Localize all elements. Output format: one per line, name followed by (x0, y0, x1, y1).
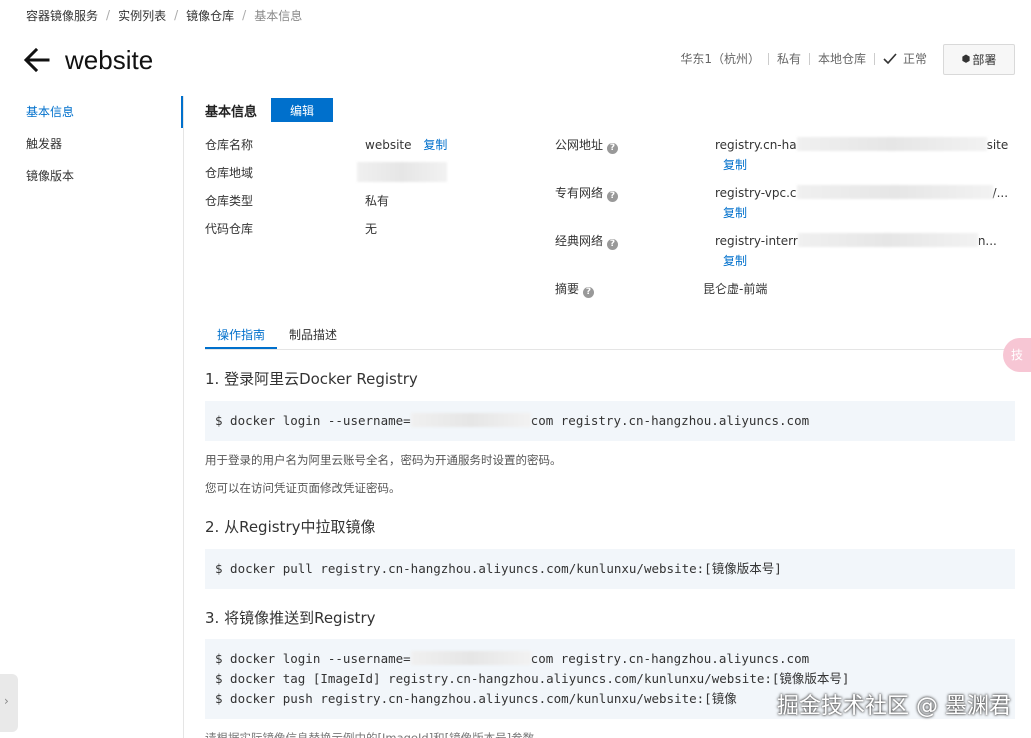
step1-note-2: 您可以在访问凭证页面修改凭证密码。 (205, 481, 401, 495)
step2-code-block[interactable]: $ docker pull registry.cn-hangzhou.aliyu… (205, 549, 1015, 589)
repo-name-value: website (365, 138, 412, 152)
code-repo-label: 代码仓库 (205, 222, 254, 236)
page-header: website 华东1（杭州） 私有 本地仓库 正常 ⬢ 部署 (22, 42, 1015, 78)
redacted-classic-address (797, 233, 978, 247)
redacted-vpc-address (796, 185, 993, 199)
edit-button[interactable]: 编辑 (271, 98, 334, 122)
code-repo-value: 无 (365, 222, 378, 236)
page-title: website (65, 45, 154, 75)
summary-value: 昆仑虚-前端 (703, 282, 768, 296)
watermark-text: 掘金技术社区 @ 墨渊君 (777, 694, 1011, 719)
breadcrumb: 容器镜像服务 / 实例列表 / 镜像仓库 / 基本信息 (26, 6, 302, 24)
chevron-right-icon: › (4, 694, 9, 708)
tab-bar: 操作指南 制品描述 (205, 324, 1015, 350)
region-text: 华东1（杭州） (680, 52, 760, 66)
breadcrumb-separator: / (174, 8, 179, 22)
visibility-text: 私有 (776, 52, 801, 66)
tab-guide[interactable]: 操作指南 (205, 324, 278, 349)
basic-info-panel: 仓库名称 website 复制 仓库地域 仓库类型 私有 代码仓库 无 公网地址… (205, 136, 1025, 298)
breadcrumb-item-service[interactable]: 容器镜像服务 (26, 7, 98, 24)
copy-public-address-link[interactable]: 复制 (723, 158, 747, 172)
vpc-address-prefix: registry-vpc.c (715, 186, 797, 200)
code-line: $ docker tag [ImageId] registry.cn-hangz… (215, 671, 850, 686)
help-icon[interactable]: ? (607, 143, 619, 154)
step1-code-block[interactable]: $ docker login --username= com registry.c… (205, 401, 1015, 441)
step1-title: 1. 登录阿里云Docker Registry (205, 370, 418, 388)
step3-note: 请根据实际镜像信息替换示例中的[ImageId]和[镜像版本号]参数。 (205, 731, 546, 738)
repo-name-label: 仓库名称 (205, 138, 254, 152)
copy-classic-address-link[interactable]: 复制 (723, 254, 747, 268)
code-line: $ docker pull registry.cn-hangzhou.aliyu… (215, 561, 782, 576)
floating-helper-badge[interactable]: 技 (1003, 338, 1031, 372)
breadcrumb-item-current: 基本信息 (254, 8, 303, 23)
classic-address-prefix: registry-interr (715, 234, 798, 248)
copy-vpc-address-link[interactable]: 复制 (723, 206, 747, 220)
step2-title: 2. 从Registry中拉取镜像 (205, 518, 376, 536)
breadcrumb-item-instances[interactable]: 实例列表 (118, 7, 166, 24)
code-line: $ docker login --username= com registry.c… (215, 651, 810, 666)
redacted-region-value (357, 162, 447, 182)
vpc-address-suffix: /... (992, 186, 1009, 200)
sidebar-collapse-toggle[interactable]: › (0, 674, 18, 732)
public-address-prefix: registry.cn-ha (715, 138, 797, 152)
divider (767, 52, 769, 65)
check-icon (883, 52, 897, 64)
sidebar-item-triggers[interactable]: 触发器 (0, 128, 183, 160)
region-label: 仓库地域 (205, 166, 254, 180)
sidebar-item-image-versions[interactable]: 镜像版本 (0, 160, 183, 192)
back-arrow-icon[interactable] (22, 46, 52, 74)
deploy-button[interactable]: ⬢ 部署 (943, 44, 1015, 75)
hexagon-icon: ⬢ (961, 54, 971, 65)
status-text: 正常 (902, 52, 927, 66)
redacted-username (410, 651, 531, 665)
copy-repo-name-link[interactable]: 复制 (423, 138, 447, 152)
classic-address-suffix: n... (977, 234, 997, 248)
breadcrumb-separator: / (106, 8, 111, 22)
repo-type-value: 私有 (365, 194, 390, 208)
step3-title: 3. 将镜像推送到Registry (205, 609, 376, 627)
code-line: $ docker login --username= com registry.c… (215, 413, 810, 428)
vpc-address-label: 专有网络 (555, 186, 604, 200)
help-icon[interactable]: ? (583, 287, 595, 298)
public-address-suffix: site (986, 138, 1009, 152)
divider (873, 52, 875, 65)
repo-meta: 华东1（杭州） 私有 本地仓库 正常 (680, 50, 927, 67)
redacted-username (410, 413, 531, 427)
step1-note-1: 用于登录的用户名为阿里云账号全名，密码为开通服务时设置的密码。 (205, 453, 562, 467)
sidebar: 基本信息 触发器 镜像版本 › (0, 96, 184, 738)
classic-address-label: 经典网络 (555, 234, 604, 248)
help-icon[interactable]: ? (607, 239, 619, 250)
repo-type-label: 仓库类型 (205, 194, 254, 208)
deploy-button-label: 部署 (972, 53, 997, 67)
main-content: 基本信息 编辑 仓库名称 website 复制 仓库地域 仓库类型 私有 代码仓… (205, 96, 1015, 738)
section-header: 基本信息 编辑 (205, 96, 1015, 124)
divider (808, 52, 810, 65)
redacted-public-address (796, 137, 987, 151)
summary-label: 摘要 (555, 282, 580, 296)
breadcrumb-separator: / (242, 8, 247, 22)
sidebar-item-basic-info[interactable]: 基本信息 (0, 96, 183, 128)
help-icon[interactable]: ? (607, 191, 619, 202)
breadcrumb-item-repos[interactable]: 镜像仓库 (186, 7, 234, 24)
section-title: 基本信息 (205, 104, 258, 120)
tab-artifact-description[interactable]: 制品描述 (277, 324, 349, 349)
source-text: 本地仓库 (817, 52, 866, 66)
public-address-label: 公网地址 (555, 138, 604, 152)
